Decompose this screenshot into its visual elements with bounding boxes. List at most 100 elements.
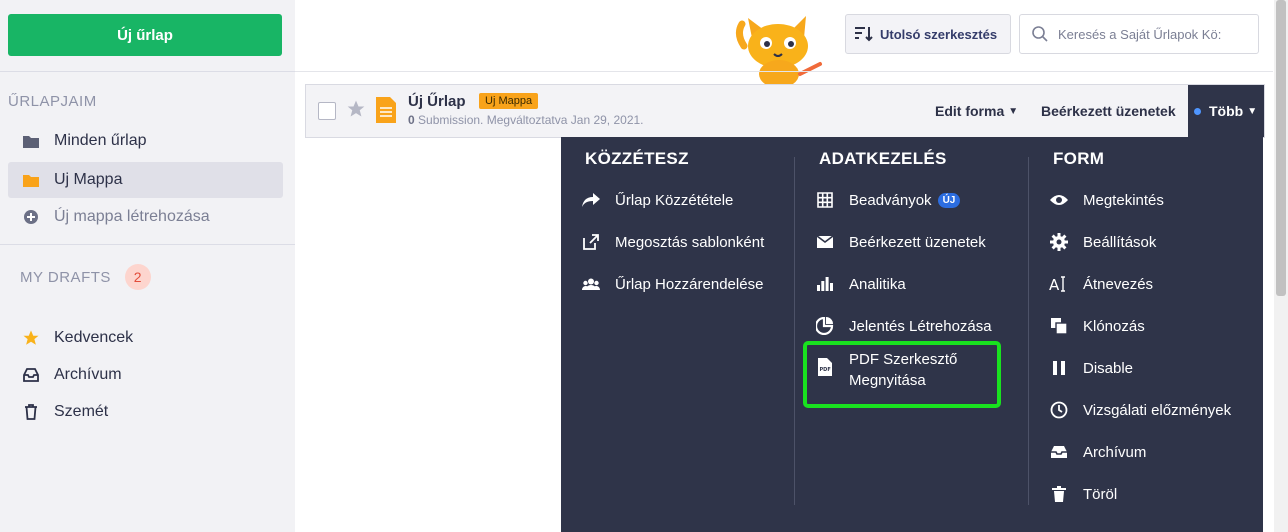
share-arrow-icon xyxy=(581,190,601,210)
edit-form-button[interactable]: Edit forma ▼ xyxy=(935,85,1018,137)
menu-item-settings[interactable]: Beállítások xyxy=(1049,232,1156,252)
menu-item-label: Beérkezett üzenetek xyxy=(849,233,986,251)
bar-chart-icon xyxy=(815,274,835,294)
notification-dot xyxy=(1194,107,1201,115)
menu-item-label: Űrlap Hozzárendelése xyxy=(615,275,764,293)
sidebar: Új űrlap ŰRLAPJAIM Minden űrlap Uj Mappa… xyxy=(0,0,295,532)
menu-item-label: Klónozás xyxy=(1083,317,1145,335)
my-drafts-label: MY DRAFTS xyxy=(20,268,111,286)
more-button[interactable]: Több ▼ xyxy=(1188,85,1264,137)
sort-icon xyxy=(854,26,874,42)
menu-item-submissions[interactable]: Beadványok ÚJ xyxy=(815,190,961,210)
menu-item-label: Vizsgálati előzmények xyxy=(1083,401,1232,419)
report-pie-icon xyxy=(815,316,835,336)
form-meta: Submission. Megváltoztatva Jan 29, 2021. xyxy=(418,113,644,127)
sidebar-item-trash[interactable]: Szemét xyxy=(8,394,283,430)
edit-form-label: Edit forma xyxy=(935,103,1005,119)
eye-icon xyxy=(1049,190,1069,210)
form-document-icon xyxy=(376,97,396,128)
menu-column-title-data: ADATKEZELÉS xyxy=(819,149,947,168)
my-drafts-section[interactable]: MY DRAFTS 2 xyxy=(20,264,151,290)
form-row[interactable]: Új Űrlap Uj Mappa 0 Submission. Megválto… xyxy=(305,84,1265,138)
sort-button[interactable]: Utolsó szerkesztés xyxy=(845,14,1011,54)
highlight-box xyxy=(803,341,1001,408)
submission-count: 0 xyxy=(408,113,415,127)
menu-item-label: Megtekintés xyxy=(1083,191,1164,209)
sort-label: Utolsó szerkesztés xyxy=(880,26,998,42)
menu-item-history[interactable]: Vizsgálati előzmények xyxy=(1049,400,1231,420)
sidebar-item-archive[interactable]: Archívum xyxy=(8,357,283,393)
sidebar-item-all-forms[interactable]: Minden űrlap xyxy=(8,123,283,159)
more-label: Több xyxy=(1209,103,1244,119)
menu-item-archive[interactable]: Archívum xyxy=(1049,442,1146,462)
menu-column-divider xyxy=(794,157,795,505)
folder-icon xyxy=(22,132,40,150)
svg-text:A: A xyxy=(1049,276,1060,292)
menu-item-delete[interactable]: Töröl xyxy=(1049,484,1117,504)
menu-item-label: Töröl xyxy=(1083,485,1118,503)
menu-item-disable[interactable]: Disable xyxy=(1049,358,1133,378)
search-icon xyxy=(1032,26,1048,42)
drafts-count-badge: 2 xyxy=(124,264,151,290)
menu-column-title-publish: KÖZZÉTESZ xyxy=(585,149,689,168)
menu-item-label: Űrlap Közzététele xyxy=(615,191,734,209)
new-form-button[interactable]: Új űrlap xyxy=(8,14,282,56)
menu-item-label: Beállítások xyxy=(1083,233,1157,251)
trash-icon xyxy=(1049,484,1069,504)
menu-item-publish-form[interactable]: Űrlap Közzététele xyxy=(581,190,733,210)
sidebar-item-label: Archívum xyxy=(54,366,122,383)
pause-icon xyxy=(1049,358,1069,378)
sidebar-item-create-folder[interactable]: Új mappa létrehozása xyxy=(8,199,283,235)
sidebar-section-heading: ŰRLAPJAIM xyxy=(8,93,97,110)
toolbar-divider xyxy=(295,71,1273,72)
clone-icon xyxy=(1049,316,1069,336)
menu-column-title-form: FORM xyxy=(1053,149,1105,168)
menu-item-label: Beadványok xyxy=(849,191,932,209)
menu-item-label: Archívum xyxy=(1083,443,1147,461)
favorite-star-icon[interactable] xyxy=(346,99,366,124)
search-input[interactable] xyxy=(1056,25,1250,43)
inbox-icon xyxy=(22,366,40,384)
form-title[interactable]: Új Űrlap xyxy=(408,93,466,110)
rename-text-icon: A xyxy=(1049,274,1069,294)
menu-item-label: Megosztás sablonként xyxy=(615,233,765,251)
menu-item-clone[interactable]: Klónozás xyxy=(1049,316,1145,336)
menu-item-assign-form[interactable]: Űrlap Hozzárendelése xyxy=(581,274,763,294)
form-subtitle: 0 Submission. Megváltoztatva Jan 29, 202… xyxy=(408,113,644,127)
search-box[interactable] xyxy=(1019,14,1259,54)
inbox-icon xyxy=(1049,442,1069,462)
sidebar-item-favorites[interactable]: Kedvencek xyxy=(8,320,283,356)
grid-table-icon xyxy=(815,190,835,210)
folder-icon xyxy=(22,171,40,189)
sidebar-item-label: Uj Mappa xyxy=(54,171,123,188)
form-select-checkbox[interactable] xyxy=(318,102,336,120)
sidebar-item-label: Szemét xyxy=(54,403,109,420)
menu-item-preview[interactable]: Megtekintés xyxy=(1049,190,1164,210)
menu-item-rename[interactable]: A Átnevezés xyxy=(1049,274,1153,294)
menu-item-share-template[interactable]: Megosztás sablonként xyxy=(581,232,764,252)
trash-icon xyxy=(22,403,40,421)
sidebar-item-label: Új mappa létrehozása xyxy=(54,208,210,225)
menu-item-create-report[interactable]: Jelentés Létrehozása xyxy=(815,316,992,336)
envelope-icon xyxy=(815,232,835,252)
chevron-down-icon: ▼ xyxy=(1247,105,1258,117)
sidebar-item-label: Minden űrlap xyxy=(54,132,147,149)
sidebar-item-uj-mappa[interactable]: Uj Mappa xyxy=(8,162,283,198)
new-badge: ÚJ xyxy=(937,192,961,208)
menu-item-analytics[interactable]: Analitika xyxy=(815,274,906,294)
plus-circle-icon xyxy=(22,208,40,226)
external-share-icon xyxy=(581,232,601,252)
scrollbar-thumb[interactable] xyxy=(1276,0,1286,296)
menu-column-divider xyxy=(1028,157,1029,505)
sidebar-item-label: Kedvencek xyxy=(54,329,134,346)
clock-icon xyxy=(1049,400,1069,420)
chevron-down-icon: ▼ xyxy=(1008,105,1019,117)
folder-tag[interactable]: Uj Mappa xyxy=(479,93,539,109)
users-icon xyxy=(581,274,601,294)
menu-item-label: Disable xyxy=(1083,359,1134,377)
menu-item-label: Jelentés Létrehozása xyxy=(849,317,992,335)
inbox-button[interactable]: Beérkezett üzenetek xyxy=(1041,85,1176,137)
more-dropdown-menu: KÖZZÉTESZ Űrlap Közzététele Megosztás sa… xyxy=(561,137,1263,532)
menu-item-label: Analitika xyxy=(849,275,906,293)
menu-item-inbox[interactable]: Beérkezett üzenetek xyxy=(815,232,986,252)
